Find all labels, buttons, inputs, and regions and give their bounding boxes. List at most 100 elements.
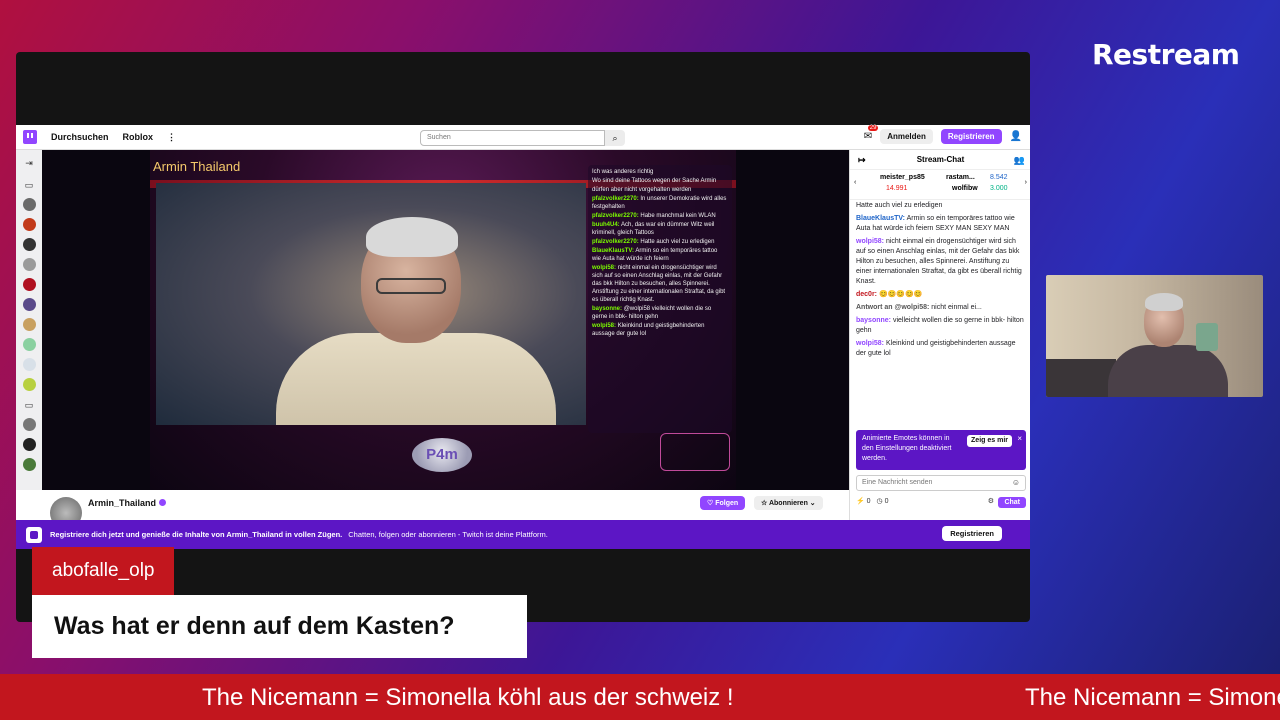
channel-avatar[interactable]	[23, 458, 36, 471]
register-button[interactable]: Registrieren	[940, 129, 1002, 144]
streamer-name-text: Armin_Thailand	[88, 498, 157, 508]
overlay-chat-line: pfalzvolker2270: In unserer Demokratie w…	[592, 195, 728, 211]
overlay-chat-text: dürfen aber nicht vorgehalten werden	[592, 187, 692, 193]
login-button[interactable]: Anmelden	[880, 129, 933, 144]
overlay-chat-username: BlaueKlausTV:	[592, 248, 635, 254]
subscribe-button[interactable]: ☆ Abonnieren ⌄	[754, 496, 823, 510]
chat-send-button[interactable]: Chat	[998, 497, 1026, 508]
points-icon[interactable]: ◷	[877, 498, 883, 505]
nav-browse[interactable]: Durchsuchen	[51, 132, 109, 142]
chat-header: ↦ Stream-Chat 👥	[850, 150, 1030, 170]
register-banner: Registriere dich jetzt und genieße die I…	[16, 520, 1030, 549]
twitch-logo-icon[interactable]	[23, 130, 37, 144]
overlay-chat-username: wolpi58:	[592, 265, 617, 271]
stream-stage: Armin Thailand Ich was anderes richtig W…	[150, 150, 736, 490]
leaderboard: ‹ meister_ps85 14.991 rastam... 8.542 wo…	[850, 170, 1030, 200]
overlay-chat-line: baysonne: @wolpi58 vielleicht wollen die…	[592, 305, 728, 321]
channel-avatar[interactable]	[23, 258, 36, 271]
overlay-chat-username: buuh4U4:	[592, 222, 620, 228]
chat-users-icon[interactable]: 👥	[1014, 150, 1025, 170]
chevron-left-icon[interactable]: ‹	[854, 179, 856, 186]
channel-avatar[interactable]	[23, 418, 36, 431]
guest-cup	[1196, 323, 1218, 351]
overlay-chat: Ich was anderes richtig Wo sind deine Ta…	[588, 165, 732, 433]
stream-capture-window: Durchsuchen Roblox ⋮ Suchen ⌕ ✉ 29 Anmeld…	[16, 52, 1030, 622]
chat-message: wolpi58: Kleinkind und geistigbehinderte…	[856, 339, 1026, 359]
expand-icon[interactable]: ⇥	[24, 158, 34, 168]
news-ticker: The Nicemann = Simonella köhl aus der sc…	[0, 674, 1280, 720]
settings-icon[interactable]: ⚙	[988, 497, 994, 505]
chevron-right-icon[interactable]: ›	[1025, 179, 1027, 186]
leader-name: rastam...	[946, 174, 975, 181]
streamer-name[interactable]: Armin_Thailand	[88, 498, 167, 508]
restream-logo: Restream	[1092, 38, 1240, 71]
search-icon[interactable]: ⌕	[605, 130, 625, 146]
overlay-chat-text: Wo sind deine Tattoos wegen der Sache Ar…	[592, 178, 717, 184]
overlay-chat-line: Wo sind deine Tattoos wegen der Sache Ar…	[592, 177, 728, 185]
bits-icon[interactable]: ⚡	[856, 498, 865, 505]
channel-avatar[interactable]	[23, 338, 36, 351]
overlay-chat-text: Habe manchmal kein WLAN	[640, 213, 716, 219]
chat-input[interactable]: Eine Nachricht senden ☺	[856, 475, 1026, 491]
overlay-chat-line: Ich was anderes richtig	[592, 168, 728, 176]
overlay-chat-line: wolpi58: Kleinkind und geistigbehinderte…	[592, 322, 728, 338]
channel-avatar[interactable]	[23, 238, 36, 251]
leader-value: 14.991	[886, 185, 908, 192]
channel-avatar[interactable]	[23, 298, 36, 311]
user-icon[interactable]: 👤	[1010, 131, 1022, 142]
collapse-chat-icon[interactable]: ↦	[858, 150, 866, 170]
channel-avatar[interactable]	[23, 218, 36, 231]
more-menu-icon[interactable]: ⋮	[167, 132, 176, 143]
register-banner-headline: Registriere dich jetzt und genieße die I…	[50, 530, 343, 539]
followed-channels-rail: ⇥ ▭ ▭	[16, 150, 42, 490]
leader-name: meister_ps85	[880, 174, 925, 181]
leader-value: 8.542	[990, 174, 1008, 181]
inbox-icon[interactable]: ✉ 29	[864, 125, 879, 142]
chat-username[interactable]: BlaueKlausTV:	[856, 215, 905, 222]
search-input[interactable]: Suchen	[420, 130, 605, 146]
streamer-glasses	[376, 278, 446, 294]
register-banner-text: Chatten, folgen oder abonnieren - Twitch…	[348, 530, 548, 539]
follow-button[interactable]: ♡ Folgen	[700, 496, 746, 510]
channel-avatar[interactable]	[23, 278, 36, 291]
channel-avatar[interactable]	[23, 318, 36, 331]
emote-promo: Animierte Emotes können in den Einstellu…	[856, 430, 1026, 470]
channel-avatar[interactable]	[23, 198, 36, 211]
overlay-chat-line: dürfen aber nicht vorgehalten werden	[592, 186, 728, 194]
register-banner-button[interactable]: Registrieren	[942, 526, 1002, 541]
chat-input-placeholder: Eine Nachricht senden	[862, 479, 933, 486]
nav-roblox[interactable]: Roblox	[123, 132, 154, 142]
chat-footer: ⚡ 0 ◷ 0 ⚙ Chat	[856, 497, 1026, 513]
lower-third-title: Was hat er denn auf dem Kasten?	[32, 595, 527, 658]
overlay-chat-line: pfalzvolker2270: Hatte auch viel zu erle…	[592, 238, 728, 246]
chat-username[interactable]: baysonne:	[856, 317, 891, 324]
channel-avatar[interactable]	[23, 378, 36, 391]
chat-message: Hatte auch viel zu erledigen	[856, 201, 1026, 211]
chat-username[interactable]: Antwort an @wolpi58:	[856, 304, 929, 311]
overlay-chat-text: Hatte auch viel zu erledigen	[640, 239, 715, 245]
close-icon[interactable]: ×	[1017, 434, 1022, 444]
chat-username[interactable]: wolpi58:	[856, 340, 884, 347]
twitch-top-nav: Durchsuchen Roblox ⋮ Suchen ⌕ ✉ 29 Anmeld…	[16, 125, 1030, 150]
show-me-button[interactable]: Zeig es mir	[967, 435, 1012, 447]
twitch-glitch-icon	[26, 526, 42, 543]
overlay-chat-line: BlaueKlausTV: Armin so ein temporäres ta…	[592, 247, 728, 263]
chat-username[interactable]: wolpi58:	[856, 238, 884, 245]
chat-text: nicht einmal ei...	[931, 304, 982, 311]
channel-avatar[interactable]	[23, 438, 36, 451]
channel-avatar[interactable]	[23, 358, 36, 371]
chat-message: dec0r: 😊😊😊😊😊	[856, 290, 1026, 300]
points-count: 0	[884, 498, 889, 505]
video-player[interactable]: Armin Thailand Ich was anderes richtig W…	[42, 150, 849, 490]
verified-icon	[159, 499, 167, 506]
bits-count: 0	[866, 498, 871, 505]
p4m-logo: P4m	[412, 438, 472, 472]
streamer-shirt	[276, 333, 556, 425]
emote-picker-icon[interactable]: ☺	[1012, 478, 1020, 487]
overlay-chat-line: pfalzvolker2270: Habe manchmal kein WLAN	[592, 212, 728, 220]
chat-messages: Hatte auch viel zu erledigen BlaueKlausTV…	[856, 201, 1026, 439]
lower-third-name: abofalle_olp	[32, 547, 175, 595]
chat-username[interactable]: dec0r:	[856, 291, 877, 298]
stream-overlay-title: Armin Thailand	[153, 159, 241, 174]
channel-info-bar: Armin_Thailand ♡ Folgen ☆ Abonnieren ⌄	[42, 490, 849, 529]
